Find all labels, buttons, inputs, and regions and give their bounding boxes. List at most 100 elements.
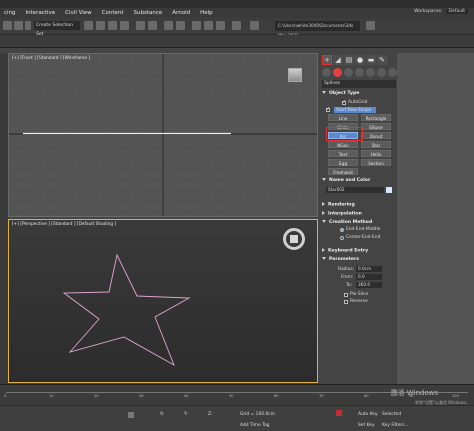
- spacewarps-icon[interactable]: [377, 68, 386, 77]
- menu-item-rendering[interactable]: cing: [0, 10, 22, 16]
- helix-button[interactable]: Helix: [361, 150, 391, 157]
- line-button[interactable]: Line: [328, 114, 358, 121]
- keyboard-entry-rollout[interactable]: Keyboard Entry: [322, 248, 397, 254]
- windows-activation-hint: 转到"设置"以激活 Windows。: [415, 400, 470, 405]
- autogrid-label: AutoGrid: [348, 100, 368, 105]
- donut-button[interactable]: Donut: [361, 132, 391, 139]
- to-field[interactable]: 360.0: [356, 282, 382, 288]
- start-new-shape-button[interactable]: Start New Shape: [334, 107, 376, 113]
- reverse-checkbox[interactable]: [344, 300, 348, 304]
- curve-editor-icon[interactable]: [232, 21, 241, 30]
- rectangle-button[interactable]: Rectangle: [361, 114, 391, 121]
- perspective-canvas: [62, 253, 191, 367]
- viewcube-icon[interactable]: [288, 68, 302, 82]
- render-icon[interactable]: [216, 21, 225, 30]
- text-button[interactable]: Text: [328, 150, 358, 157]
- navigation-gizmo-icon[interactable]: [283, 228, 305, 250]
- geometry-icon[interactable]: [322, 68, 331, 77]
- tick-label: 20: [94, 394, 99, 398]
- arc-highlight: [326, 127, 363, 141]
- link-icon[interactable]: [25, 21, 31, 30]
- rotate-icon[interactable]: [108, 21, 117, 30]
- z-label: Z:: [208, 412, 213, 417]
- workspaces-dropdown[interactable]: Default: [445, 9, 468, 14]
- tick-label: 100: [452, 394, 459, 398]
- display-icon[interactable]: ▬: [366, 55, 376, 65]
- tick-label: 40: [184, 394, 189, 398]
- tick-label: 0: [4, 394, 7, 398]
- tick-label: 60: [274, 394, 279, 398]
- category-dropdown[interactable]: Splines: [322, 80, 396, 88]
- tick-label: 70: [319, 394, 324, 398]
- start-new-shape-checkbox[interactable]: [326, 106, 330, 112]
- shapes-icon[interactable]: [333, 68, 342, 77]
- egg-button[interactable]: Egg: [328, 159, 358, 166]
- plus-icon[interactable]: +: [322, 55, 332, 65]
- key-filters-button[interactable]: Key Filters...: [382, 423, 409, 428]
- main-toolbar: Create Selection Set C:\Users\white3040\…: [0, 18, 474, 38]
- menu-item-arnold[interactable]: Arnold: [168, 10, 196, 16]
- radius-field[interactable]: 0.0cm: [356, 266, 382, 272]
- hierarchy-icon[interactable]: ▤: [344, 55, 354, 65]
- cameras-icon[interactable]: [355, 68, 364, 77]
- front-viewport[interactable]: [+] [Front ] [Standard ] [Wireframe ]: [8, 53, 318, 217]
- select-icon[interactable]: [84, 21, 93, 30]
- parameters-rollout[interactable]: Parameters: [322, 257, 397, 262]
- star-button[interactable]: Star: [361, 141, 391, 148]
- mirror-icon[interactable]: [164, 21, 173, 30]
- name-and-color-rollout[interactable]: Name and Color: [322, 178, 397, 183]
- rendering-rollout[interactable]: Rendering: [322, 202, 397, 208]
- from-field[interactable]: 0.0: [356, 274, 382, 280]
- freehand-button[interactable]: Freehand: [328, 168, 358, 175]
- redo-icon[interactable]: [14, 21, 23, 30]
- render-setup-icon[interactable]: [204, 21, 213, 30]
- motion-icon[interactable]: ●: [355, 55, 365, 65]
- angle-snap-icon[interactable]: [148, 21, 157, 30]
- menu-item-substance[interactable]: Substance: [130, 10, 169, 16]
- utilities-icon[interactable]: ✎: [377, 55, 387, 65]
- x-label: X:: [160, 412, 165, 417]
- snap-icon[interactable]: [136, 21, 145, 30]
- center-end-end-radio[interactable]: [340, 236, 344, 240]
- menu-item-civil-view[interactable]: Civil View: [61, 10, 97, 16]
- pie-slice-checkbox[interactable]: [344, 293, 348, 297]
- lights-icon[interactable]: [344, 68, 353, 77]
- auto-key-button[interactable]: Auto Key: [358, 412, 378, 417]
- project-path-field[interactable]: C:\Users\white3040\Documents\3ds Max 202…: [275, 21, 360, 38]
- interpolation-rollout[interactable]: Interpolation: [322, 211, 397, 217]
- to-label: To:: [346, 283, 353, 288]
- color-swatch-icon[interactable]: [386, 187, 392, 193]
- material-editor-icon[interactable]: [192, 21, 201, 30]
- ngon-button[interactable]: NGon: [328, 141, 358, 148]
- selection-set-dropdown[interactable]: Create Selection Set: [34, 21, 80, 37]
- end-end-middle-label: End-End-Middle: [346, 227, 381, 232]
- autogrid-checkbox[interactable]: [342, 99, 346, 105]
- set-key-button[interactable]: Set Key: [358, 423, 375, 428]
- object-name-field[interactable]: Star002: [326, 187, 384, 193]
- move-icon[interactable]: [96, 21, 105, 30]
- undo-icon[interactable]: [3, 21, 12, 30]
- object-type-rollout[interactable]: Object Type: [322, 91, 397, 96]
- schematic-icon[interactable]: [250, 21, 259, 30]
- menu-item-help[interactable]: Help: [196, 10, 219, 16]
- workspaces: Workspaces: Default: [414, 9, 468, 14]
- add-time-tag[interactable]: Add Time Tag: [240, 423, 269, 428]
- align-icon[interactable]: [176, 21, 185, 30]
- helpers-icon[interactable]: [366, 68, 375, 77]
- radius-label: Radius:: [338, 267, 355, 272]
- selected-dropdown[interactable]: Selected: [382, 412, 401, 417]
- systems-icon[interactable]: [388, 68, 397, 77]
- perspective-viewport[interactable]: [+] [Perspective ] [Standard ] [Default …: [8, 219, 318, 383]
- transform-lock-icon[interactable]: [128, 412, 134, 418]
- menu-item-content[interactable]: Content: [98, 10, 130, 16]
- ellipse-button[interactable]: Ellipse: [361, 123, 391, 130]
- menu-item-interactive[interactable]: Interactive: [22, 10, 62, 16]
- scale-icon[interactable]: [120, 21, 129, 30]
- auto-key-icon[interactable]: [336, 410, 342, 416]
- folder-icon[interactable]: [366, 21, 375, 30]
- section-button[interactable]: Section: [361, 159, 391, 166]
- creation-method-rollout[interactable]: Creation Method: [322, 220, 397, 225]
- command-panel-empty-area: [397, 53, 474, 384]
- modify-icon[interactable]: ◢: [333, 55, 343, 65]
- end-end-middle-radio[interactable]: [340, 228, 344, 232]
